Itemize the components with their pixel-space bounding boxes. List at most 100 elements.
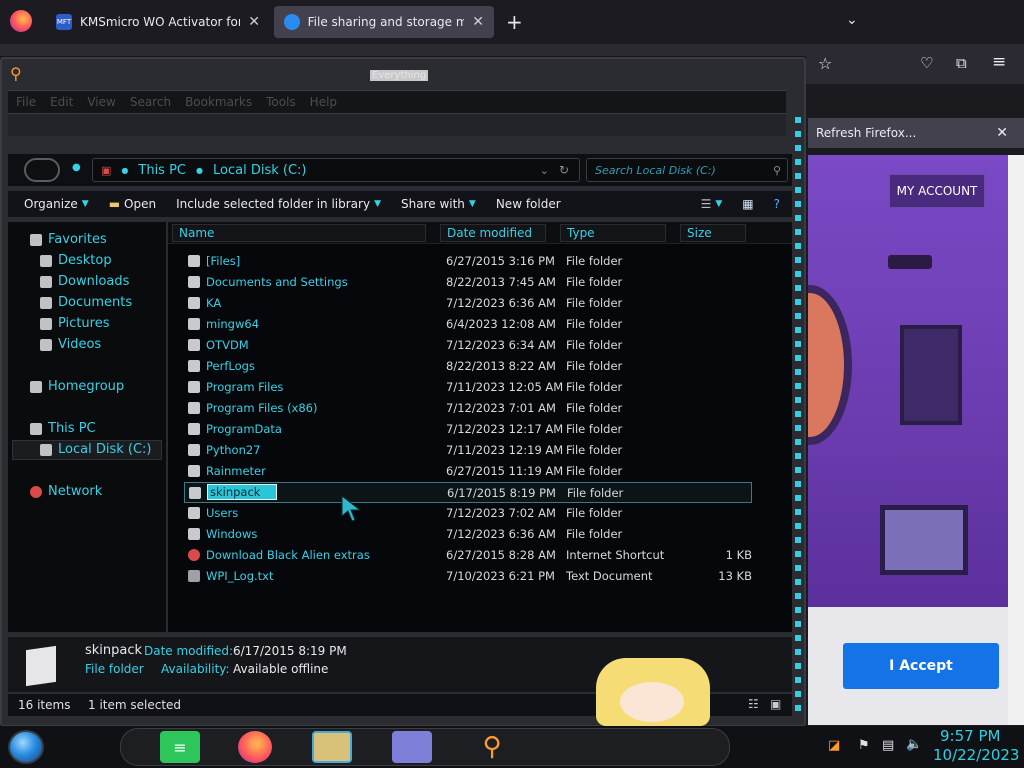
menu-edit[interactable]: Edit: [50, 95, 73, 109]
column-size[interactable]: Size: [680, 224, 746, 242]
pocket-icon[interactable]: ♡: [920, 54, 933, 72]
my-account-button[interactable]: MY ACCOUNT: [889, 174, 985, 208]
list-tabs-icon[interactable]: ⌄: [846, 12, 858, 28]
back-forward-icon[interactable]: [24, 158, 60, 182]
table-row[interactable]: Windows 7/12/2023 6:36 AM File folder: [184, 524, 784, 545]
organize-button[interactable]: Organize ▼: [24, 197, 89, 211]
extensions-icon[interactable]: ⧉: [956, 54, 967, 72]
nav-pictures[interactable]: Pictures: [40, 316, 109, 331]
table-row-selected[interactable]: skinpack 6/17/2015 8:19 PM File folder: [184, 482, 752, 503]
table-row[interactable]: Users 7/12/2023 7:02 AM File folder: [184, 503, 784, 524]
column-date-modified[interactable]: Date modified: [440, 224, 546, 242]
search-placeholder: Search Local Disk (C:): [595, 163, 716, 177]
open-button[interactable]: ▬ Open: [109, 197, 156, 211]
tab-kmsmicro[interactable]: MFT KMSmicro WO Activator for offi ✕: [46, 6, 270, 38]
rename-input[interactable]: skinpack: [207, 484, 277, 500]
clock-time[interactable]: 9:57 PM: [940, 727, 1000, 745]
address-dropdown-icon[interactable]: ⌄: [540, 164, 549, 177]
nav-desktop[interactable]: Desktop: [40, 253, 112, 268]
cartoon-character-sticker: [596, 658, 710, 726]
refresh-icon[interactable]: ↻: [559, 163, 569, 177]
tray-app-icon[interactable]: ◪: [828, 738, 840, 753]
file-date: 6/27/2015 3:16 PM: [446, 254, 555, 268]
view-options-button[interactable]: ☰ ▼: [701, 197, 723, 211]
nav-documents[interactable]: Documents: [40, 295, 132, 310]
firefox-icon[interactable]: [10, 10, 32, 32]
bookmark-star-icon[interactable]: ☆: [818, 54, 832, 73]
nav-local-disk[interactable]: Local Disk (C:): [40, 442, 151, 457]
table-row[interactable]: PerfLogs 8/22/2013 8:22 AM File folder: [184, 356, 784, 377]
nav-label: Homegroup: [48, 379, 125, 394]
page-scrollbar[interactable]: [1008, 155, 1024, 725]
table-row[interactable]: Documents and Settings 8/22/2013 7:45 AM F…: [184, 272, 784, 293]
address-bar[interactable]: ▣ ● This PC ● Local Disk (C:) ⌄ ↻: [92, 158, 580, 182]
everything-search-taskbar-icon[interactable]: ⚲: [472, 731, 512, 763]
table-row[interactable]: Download Black Alien extras 6/27/2015 8:2…: [184, 545, 784, 566]
close-notification-icon[interactable]: ✕: [996, 125, 1008, 141]
nav-homegroup[interactable]: Homegroup: [30, 379, 124, 394]
notification-text: Refresh Firefox...: [816, 126, 917, 140]
file-date: 7/12/2023 12:17 AM: [446, 422, 564, 436]
breadcrumb-this-pc[interactable]: This PC: [138, 163, 186, 178]
search-input[interactable]: Search Local Disk (C:) ⚲: [586, 158, 788, 182]
desktop-icon: [40, 254, 52, 267]
clock-date[interactable]: 10/22/2023: [933, 746, 1019, 764]
share-with-button[interactable]: Share with ▼: [401, 197, 476, 211]
window-app-taskbar-icon[interactable]: [392, 731, 432, 763]
nav-favorites[interactable]: Favorites: [30, 232, 107, 247]
menu-help[interactable]: Help: [310, 95, 337, 109]
table-row[interactable]: mingw64 6/4/2023 12:08 AM File folder: [184, 314, 784, 335]
menu-search[interactable]: Search: [130, 95, 171, 109]
details-availability-value: Available offline: [233, 662, 329, 676]
tab-file-sharing[interactable]: File sharing and storage made s ✕: [274, 6, 494, 38]
close-tab-icon[interactable]: ✕: [248, 14, 260, 30]
tray-volume-icon[interactable]: 🔈: [906, 737, 922, 752]
start-button[interactable]: [8, 730, 44, 764]
menu-hamburger-icon[interactable]: ≡: [992, 52, 1006, 72]
new-tab-button[interactable]: +: [506, 10, 523, 34]
website-hero: [808, 155, 1008, 607]
include-in-library-button[interactable]: Include selected folder in library ▼: [176, 197, 381, 211]
table-row[interactable]: Rainmeter 6/27/2015 11:19 AM File folder: [184, 461, 784, 482]
column-name[interactable]: Name: [172, 224, 426, 242]
menu-bookmarks[interactable]: Bookmarks: [185, 95, 252, 109]
menu-file[interactable]: File: [16, 95, 36, 109]
table-row[interactable]: ProgramData 7/12/2023 12:17 AM File folder: [184, 419, 784, 440]
file-name: mingw64: [206, 317, 260, 331]
file-explorer-taskbar-icon[interactable]: [312, 731, 352, 763]
firefox-taskbar-icon[interactable]: [238, 731, 272, 763]
close-tab-icon[interactable]: ✕: [472, 14, 484, 30]
breadcrumb-local-disk[interactable]: Local Disk (C:): [213, 163, 306, 178]
details-availability-label: Availability:: [161, 662, 230, 676]
table-row[interactable]: OTVDM 7/12/2023 6:34 AM File folder: [184, 335, 784, 356]
accept-cookies-button[interactable]: I Accept: [843, 643, 999, 689]
menu-tools[interactable]: Tools: [266, 95, 296, 109]
column-type[interactable]: Type: [560, 224, 666, 242]
nav-network[interactable]: Network: [30, 484, 102, 499]
table-row[interactable]: [Files] 6/27/2015 3:16 PM File folder: [184, 251, 784, 272]
tray-network-icon[interactable]: ▤: [882, 738, 894, 753]
details-view-icon[interactable]: ☷: [748, 697, 759, 711]
file-type: File folder: [566, 254, 623, 268]
large-icons-view-icon[interactable]: ▣: [770, 697, 781, 711]
nav-videos[interactable]: Videos: [40, 337, 101, 352]
preview-pane-icon[interactable]: ▦: [742, 197, 753, 211]
selection-count: 1 item selected: [88, 698, 182, 712]
nav-downloads[interactable]: Downloads: [40, 274, 129, 289]
new-folder-button[interactable]: New folder: [496, 197, 561, 211]
tray-flag-icon[interactable]: ⚑: [858, 738, 870, 753]
table-row[interactable]: Python27 7/11/2023 12:19 AM File folder: [184, 440, 784, 461]
menu-view[interactable]: View: [87, 95, 115, 109]
file-size: 1 KB: [725, 548, 752, 562]
recent-locations-icon[interactable]: ●: [72, 162, 81, 173]
help-icon[interactable]: ?: [774, 197, 780, 211]
refresh-firefox-notification[interactable]: Refresh Firefox... ✕: [808, 118, 1024, 148]
nav-this-pc[interactable]: This PC: [30, 421, 96, 436]
table-row[interactable]: Program Files (x86) 7/12/2023 7:01 AM File…: [184, 398, 784, 419]
table-row[interactable]: WPI_Log.txt 7/10/2023 6:21 PM Text Documen…: [184, 566, 784, 587]
table-row[interactable]: Program Files 7/11/2023 12:05 AM File fold…: [184, 377, 784, 398]
table-row[interactable]: KA 7/12/2023 6:36 AM File folder: [184, 293, 784, 314]
file-type: File folder: [566, 443, 623, 457]
notes-app-icon[interactable]: ≡: [160, 731, 200, 763]
search-icon[interactable]: ⚲: [773, 164, 781, 177]
